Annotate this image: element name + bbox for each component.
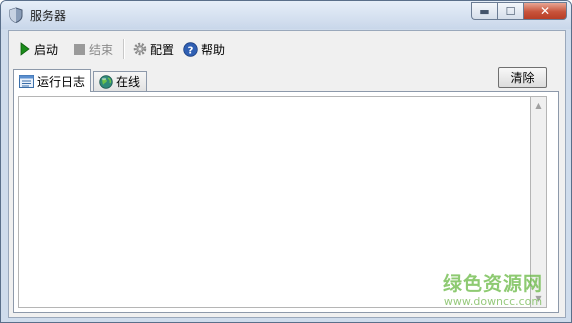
tab-panel: ▲ ▼ [13,91,559,313]
log-textarea[interactable] [18,96,542,308]
clear-button-label: 清除 [510,71,535,85]
minimize-icon: ▬ [479,4,490,18]
svg-text:?: ? [188,45,194,56]
globe-icon [99,74,113,89]
stop-button[interactable]: 结束 [73,40,113,58]
maximize-icon: ☐ [505,4,516,18]
tab-online[interactable]: 在线 [93,71,147,91]
close-button[interactable]: ✕ [523,2,567,20]
tab-online-label: 在线 [116,75,141,89]
client-area: 启动 结束 配置 ? 帮助 运行日志 在线 清除 ▲ ▼ [8,30,566,318]
log-list-icon [19,74,34,88]
gear-icon [133,42,147,56]
stop-icon [74,43,85,55]
help-label: 帮助 [201,42,226,57]
start-button[interactable]: 启动 [19,40,58,58]
minimize-button[interactable]: ▬ [471,2,497,20]
vertical-scrollbar[interactable]: ▲ ▼ [530,96,547,308]
scroll-up-icon: ▲ [535,101,542,110]
scroll-up-button[interactable]: ▲ [531,97,546,114]
tab-run-log[interactable]: 运行日志 [13,69,91,92]
stop-label: 结束 [89,42,114,57]
scroll-down-button[interactable]: ▼ [531,290,546,307]
maximize-button[interactable]: ☐ [497,2,523,20]
help-button[interactable]: ? 帮助 [183,40,225,58]
app-shield-icon [9,7,23,23]
toolbar-separator [123,39,125,59]
window-title: 服务器 [30,9,67,23]
clear-button[interactable]: 清除 [498,67,547,88]
config-button[interactable]: 配置 [133,40,174,58]
close-icon: ✕ [539,4,551,18]
server-window: 服务器 ▬ ☐ ✕ 启动 结束 配置 ? 帮助 运行日志 在线 清除 ▲ ▼ 绿… [0,0,572,323]
scroll-down-icon: ▼ [535,294,542,303]
window-controls: ▬ ☐ ✕ [471,2,567,20]
play-icon [20,42,30,56]
help-icon: ? [183,41,198,57]
tab-run-log-label: 运行日志 [37,74,86,89]
title-bar[interactable]: 服务器 ▬ ☐ ✕ [1,1,571,29]
start-label: 启动 [34,42,59,57]
toolbar: 启动 结束 配置 ? 帮助 [9,31,565,65]
config-label: 配置 [150,42,175,57]
